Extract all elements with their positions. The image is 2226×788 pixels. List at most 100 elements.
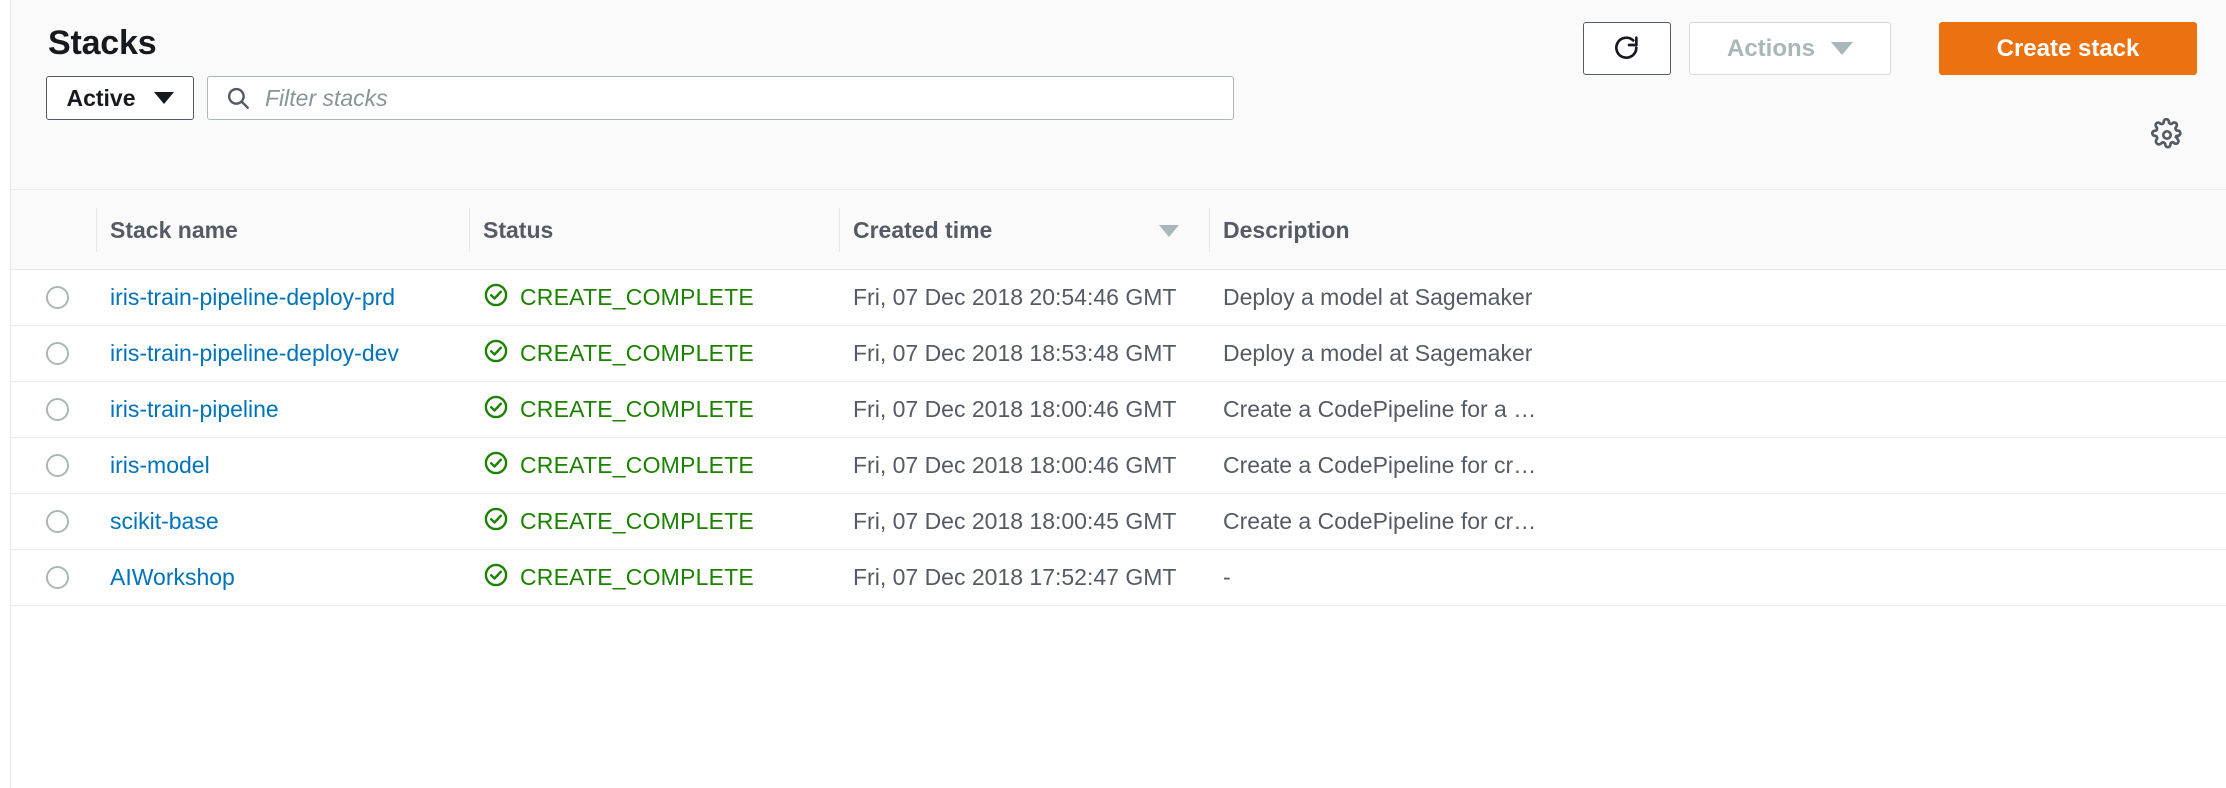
table-row[interactable]: iris-train-pipeline CREATE_COMPLETE Fri, 0… bbox=[11, 382, 2226, 438]
row-select-cell bbox=[11, 550, 85, 605]
stack-name-link[interactable]: scikit-base bbox=[110, 508, 219, 535]
description-cell: Create a CodePipeline for creatin… bbox=[1223, 438, 2193, 493]
table-row[interactable]: iris-train-pipeline-deploy-dev CREATE_COM… bbox=[11, 326, 2226, 382]
stacks-table: Stack name Status Created time Descripti… bbox=[11, 190, 2226, 788]
column-header-label: Description bbox=[1223, 216, 1350, 243]
stack-name-cell: iris-train-pipeline-deploy-prd bbox=[110, 270, 480, 325]
row-radio-button[interactable] bbox=[46, 286, 69, 309]
description-value: Deploy a model at Sagemaker bbox=[1223, 340, 1533, 366]
check-circle-icon bbox=[483, 282, 509, 313]
row-radio-button[interactable] bbox=[46, 566, 69, 589]
column-header-label: Status bbox=[483, 216, 554, 243]
stack-name-cell: AIWorkshop bbox=[110, 550, 480, 605]
page-title: Stacks bbox=[48, 24, 157, 62]
created-time-value: Fri, 07 Dec 2018 18:00:46 GMT bbox=[853, 452, 1177, 478]
create-stack-button[interactable]: Create stack bbox=[1939, 22, 2197, 75]
stack-name-link[interactable]: iris-train-pipeline-deploy-dev bbox=[110, 340, 399, 367]
check-circle-icon bbox=[483, 562, 509, 593]
actions-dropdown-button[interactable]: Actions bbox=[1689, 22, 1891, 75]
created-time-cell: Fri, 07 Dec 2018 18:00:46 GMT bbox=[853, 438, 1223, 493]
stack-name-link[interactable]: AIWorkshop bbox=[110, 564, 235, 591]
description-value: Create a CodePipeline for creatin… bbox=[1223, 508, 1545, 534]
table-header-row: Stack name Status Created time Descripti… bbox=[11, 190, 2226, 270]
table-settings-button[interactable] bbox=[2146, 116, 2188, 158]
status-cell: CREATE_COMPLETE bbox=[483, 494, 853, 549]
column-divider bbox=[96, 208, 97, 252]
status-label: CREATE_COMPLETE bbox=[520, 340, 754, 366]
row-select-cell bbox=[11, 270, 85, 325]
description-value: - bbox=[1223, 564, 1231, 590]
status-cell: CREATE_COMPLETE bbox=[483, 270, 853, 325]
actions-label: Actions bbox=[1726, 34, 1815, 62]
created-time-value: Fri, 07 Dec 2018 20:54:46 GMT bbox=[853, 284, 1177, 310]
status-label: CREATE_COMPLETE bbox=[520, 452, 754, 478]
created-time-value: Fri, 07 Dec 2018 18:53:48 GMT bbox=[853, 340, 1177, 366]
stacks-toolbar: Stacks Actions Create stack Active Filte… bbox=[11, 0, 2226, 190]
column-header-stack-name[interactable]: Stack name bbox=[110, 190, 480, 270]
status-cell: CREATE_COMPLETE bbox=[483, 438, 853, 493]
row-select-cell bbox=[11, 382, 85, 437]
column-header-status[interactable]: Status bbox=[483, 190, 853, 270]
status-cell: CREATE_COMPLETE bbox=[483, 382, 853, 437]
created-time-cell: Fri, 07 Dec 2018 20:54:46 GMT bbox=[853, 270, 1223, 325]
created-time-value: Fri, 07 Dec 2018 18:00:45 GMT bbox=[853, 508, 1177, 534]
description-cell: Create a CodePipeline for a Mac… bbox=[1223, 382, 2193, 437]
row-select-cell bbox=[11, 438, 85, 493]
check-circle-icon bbox=[483, 450, 509, 481]
status-cell: CREATE_COMPLETE bbox=[483, 326, 853, 381]
status-filter-dropdown[interactable]: Active bbox=[46, 76, 194, 120]
column-header-label: Stack name bbox=[110, 216, 238, 243]
sort-descending-icon[interactable] bbox=[1159, 225, 1179, 237]
status-filter-value: Active bbox=[66, 84, 136, 111]
refresh-button[interactable] bbox=[1583, 22, 1671, 75]
column-header-description[interactable]: Description bbox=[1223, 190, 2193, 270]
status-label: CREATE_COMPLETE bbox=[520, 284, 754, 310]
table-row[interactable]: AIWorkshop CREATE_COMPLETE Fri, 07 Dec 201… bbox=[11, 550, 2226, 606]
check-circle-icon bbox=[483, 394, 509, 425]
column-header-label: Created time bbox=[853, 216, 993, 243]
row-radio-button[interactable] bbox=[46, 510, 69, 533]
description-cell: Deploy a model at Sagemaker bbox=[1223, 326, 2193, 381]
table-body: iris-train-pipeline-deploy-prd CREATE_COM… bbox=[11, 270, 2226, 606]
cloudformation-stacks-page: Stacks Actions Create stack Active Filte… bbox=[0, 0, 2226, 788]
stack-name-link[interactable]: iris-train-pipeline-deploy-prd bbox=[110, 284, 395, 311]
table-row[interactable]: iris-train-pipeline-deploy-prd CREATE_COM… bbox=[11, 270, 2226, 326]
search-icon bbox=[225, 85, 251, 111]
status-cell: CREATE_COMPLETE bbox=[483, 550, 853, 605]
description-cell: Create a CodePipeline for creatin… bbox=[1223, 494, 2193, 549]
description-value: Create a CodePipeline for creatin… bbox=[1223, 452, 1545, 478]
refresh-icon bbox=[1611, 33, 1643, 65]
chevron-down-icon bbox=[1831, 42, 1853, 55]
filter-stacks-input[interactable]: Filter stacks bbox=[207, 76, 1234, 120]
stack-name-link[interactable]: iris-train-pipeline bbox=[110, 396, 279, 423]
stack-name-link[interactable]: iris-model bbox=[110, 452, 210, 479]
column-header-select bbox=[11, 190, 85, 270]
created-time-value: Fri, 07 Dec 2018 18:00:46 GMT bbox=[853, 396, 1177, 422]
row-select-cell bbox=[11, 326, 85, 381]
table-row[interactable]: scikit-base CREATE_COMPLETE Fri, 07 Dec 20… bbox=[11, 494, 2226, 550]
created-time-cell: Fri, 07 Dec 2018 18:00:45 GMT bbox=[853, 494, 1223, 549]
status-label: CREATE_COMPLETE bbox=[520, 396, 754, 422]
created-time-cell: Fri, 07 Dec 2018 18:00:46 GMT bbox=[853, 382, 1223, 437]
stack-name-cell: scikit-base bbox=[110, 494, 480, 549]
check-circle-icon bbox=[483, 338, 509, 369]
description-cell: Deploy a model at Sagemaker bbox=[1223, 270, 2193, 325]
created-time-cell: Fri, 07 Dec 2018 17:52:47 GMT bbox=[853, 550, 1223, 605]
description-value: Create a CodePipeline for a Mac… bbox=[1223, 396, 1545, 422]
description-value: Deploy a model at Sagemaker bbox=[1223, 284, 1533, 310]
status-label: CREATE_COMPLETE bbox=[520, 508, 754, 534]
description-cell: - bbox=[1223, 550, 2193, 605]
created-time-cell: Fri, 07 Dec 2018 18:53:48 GMT bbox=[853, 326, 1223, 381]
stack-name-cell: iris-model bbox=[110, 438, 480, 493]
row-radio-button[interactable] bbox=[46, 342, 69, 365]
stack-name-cell: iris-train-pipeline-deploy-dev bbox=[110, 326, 480, 381]
gear-icon bbox=[2150, 117, 2184, 157]
check-circle-icon bbox=[483, 506, 509, 537]
row-radio-button[interactable] bbox=[46, 398, 69, 421]
chevron-down-icon bbox=[153, 92, 174, 104]
table-row[interactable]: iris-model CREATE_COMPLETE Fri, 07 Dec 201… bbox=[11, 438, 2226, 494]
search-placeholder-text: Filter stacks bbox=[265, 84, 388, 111]
row-select-cell bbox=[11, 494, 85, 549]
create-stack-label: Create stack bbox=[1996, 34, 2140, 62]
row-radio-button[interactable] bbox=[46, 454, 69, 477]
